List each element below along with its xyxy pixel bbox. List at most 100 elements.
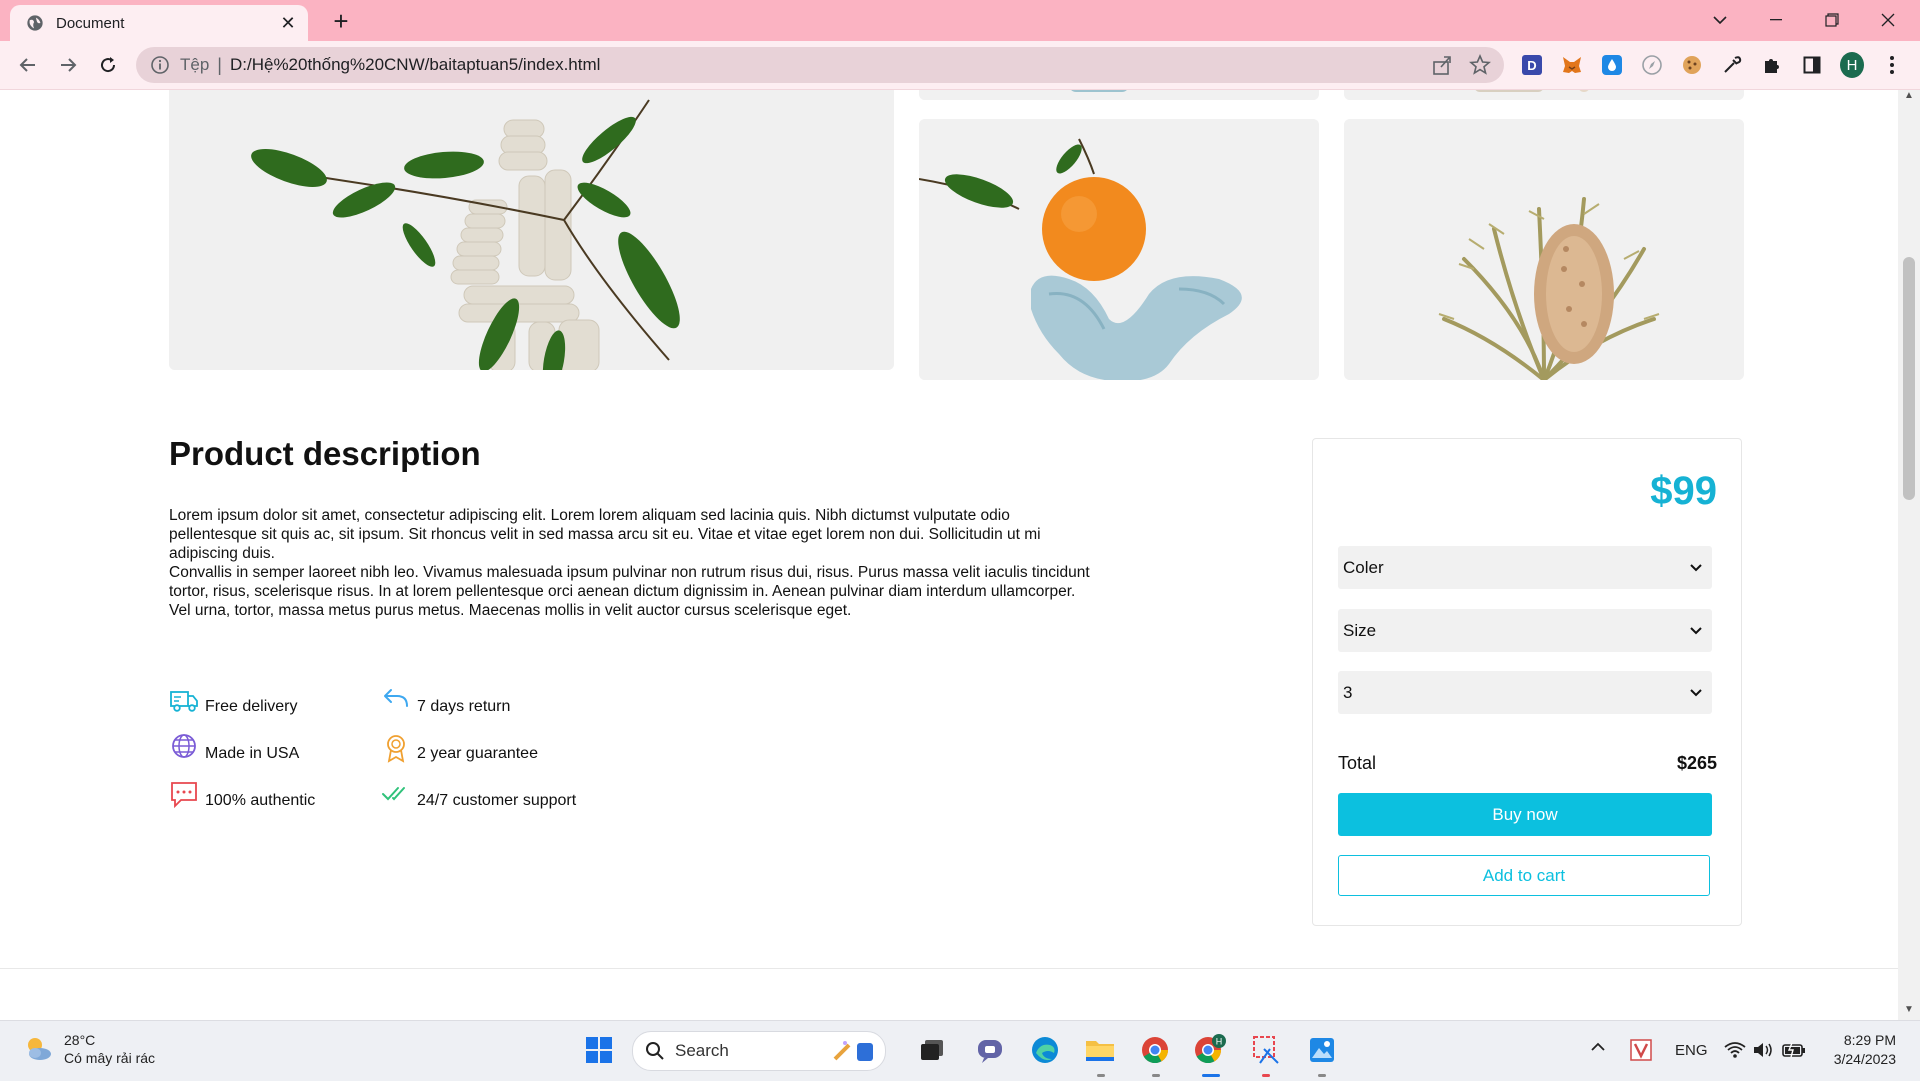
extensions-puzzle-icon[interactable] [1760, 53, 1784, 77]
wifi-icon[interactable] [1724, 1041, 1746, 1063]
vivaldi-tray-icon[interactable] [1630, 1039, 1652, 1065]
chat-bubble-icon [171, 782, 197, 809]
close-window-icon[interactable] [1860, 0, 1916, 40]
reload-icon[interactable] [92, 49, 124, 81]
chrome-profile-h-icon[interactable]: H [1193, 1033, 1227, 1067]
search-label: Search [675, 1041, 729, 1060]
chevron-down-icon [1690, 563, 1702, 571]
color-select[interactable]: Coler [1338, 546, 1712, 589]
product-description-heading: Product description [169, 435, 481, 472]
active-indicator [1202, 1074, 1220, 1077]
feature-100-authentic: 100% authentic [169, 780, 315, 810]
photos-app-icon[interactable] [1305, 1033, 1339, 1067]
browser-menu-kebab-icon[interactable] [1880, 53, 1904, 77]
file-scheme-label: Tệp [180, 55, 210, 74]
chrome-icon[interactable] [1138, 1033, 1172, 1067]
clock-date: 3/24/2023 [1833, 1051, 1896, 1067]
product-thumb-top-right[interactable] [1344, 90, 1744, 100]
share-icon[interactable] [1430, 53, 1454, 77]
product-thumb-orange[interactable] [919, 119, 1319, 380]
compass-extension-icon[interactable] [1640, 53, 1664, 77]
show-hidden-icons-chevron-icon[interactable] [1590, 1039, 1606, 1056]
extension-d-icon[interactable]: D [1520, 53, 1544, 77]
feature-label: Free delivery [205, 698, 298, 715]
product-price: $99 [1650, 469, 1717, 513]
buy-now-button[interactable]: Buy now [1338, 793, 1712, 836]
tab-close-icon[interactable]: ✕ [276, 13, 300, 34]
water-drop-extension-icon[interactable] [1600, 53, 1624, 77]
page-viewport: Product description Lorem ipsum dolor si… [0, 90, 1898, 1020]
side-panel-icon[interactable] [1800, 53, 1824, 77]
svg-text:H: H [1216, 1037, 1223, 1047]
weather-description: Có mây rải rác [64, 1050, 156, 1066]
globe-favicon-icon [27, 15, 43, 31]
snipping-tool-icon[interactable] [1250, 1033, 1284, 1067]
windows-start-icon[interactable] [582, 1033, 616, 1067]
product-thumb-top-left[interactable] [919, 90, 1319, 100]
forward-arrow-icon[interactable] [52, 49, 84, 81]
scroll-up-arrow-icon[interactable]: ▲ [1898, 90, 1920, 106]
feature-free-delivery: Free delivery [169, 686, 297, 716]
size-select-value: Size [1343, 620, 1377, 640]
profile-avatar[interactable]: H [1840, 52, 1864, 78]
tab-title: Document [56, 14, 125, 32]
scroll-down-arrow-icon[interactable]: ▼ [1898, 1004, 1920, 1020]
cookie-icon[interactable] [1680, 53, 1704, 77]
teams-chat-icon[interactable] [973, 1033, 1007, 1067]
volume-icon[interactable] [1752, 1041, 1774, 1063]
feature-label: 100% authentic [205, 792, 316, 809]
minimize-icon[interactable] [1748, 0, 1804, 40]
description-paragraph-1: Lorem ipsum dolor sit amet, consectetur … [169, 507, 1041, 562]
language-indicator[interactable]: ENG [1675, 1042, 1708, 1059]
running-indicator [1097, 1074, 1105, 1077]
eyedropper-icon[interactable] [1720, 53, 1744, 77]
size-select[interactable]: Size [1338, 609, 1712, 652]
product-description-text: Lorem ipsum dolor sit amet, consectetur … [169, 506, 1099, 620]
total-label: Total [1338, 753, 1377, 773]
bookmark-star-icon[interactable] [1468, 53, 1492, 77]
system-clock[interactable]: 8:29 PM 3/24/2023 [1834, 1031, 1896, 1069]
add-to-cart-button[interactable]: Add to cart [1338, 855, 1710, 896]
tab-search-chevron-icon[interactable] [1692, 0, 1748, 40]
task-view-icon[interactable] [915, 1033, 949, 1067]
taskbar-search[interactable]: Search [632, 1031, 886, 1071]
weather-temperature: 28°C [64, 1032, 96, 1048]
feature-label: 24/7 customer support [417, 792, 577, 809]
running-indicator [1152, 1074, 1160, 1077]
scrollbar-thumb[interactable] [1903, 257, 1915, 500]
weather-widget[interactable]: 28°C Có mây rải rác [22, 1031, 155, 1067]
chevron-down-icon [1690, 626, 1702, 634]
feature-7-days-return: 7 days return [381, 686, 510, 716]
browser-toolbar: Tệp | D:/Hệ%20thống%20CNW/baitaptuan5/in… [0, 41, 1920, 90]
browser-titlebar: Document ✕ + [0, 0, 1920, 41]
quantity-select[interactable]: 3 [1338, 671, 1712, 714]
battery-icon[interactable] [1782, 1041, 1806, 1063]
restore-icon[interactable] [1804, 0, 1860, 40]
new-tab-plus-icon[interactable]: + [326, 6, 356, 36]
search-icon [646, 1042, 664, 1060]
globe-icon [172, 734, 196, 758]
feature-24-7-support: 24/7 customer support [381, 780, 576, 810]
back-arrow-icon[interactable] [12, 49, 44, 81]
address-bar[interactable]: Tệp | D:/Hệ%20thống%20CNW/baitaptuan5/in… [136, 47, 1504, 83]
page-scrollbar[interactable]: ▲ ▼ [1898, 90, 1920, 1020]
feature-label: 7 days return [417, 698, 511, 715]
truck-icon [170, 691, 198, 712]
search-highlight-icon [833, 1041, 873, 1061]
clock-time: 8:29 PM [1843, 1032, 1896, 1048]
file-explorer-icon[interactable] [1083, 1033, 1117, 1067]
info-icon[interactable] [150, 55, 170, 75]
partly-cloudy-icon [28, 1038, 51, 1060]
edge-browser-icon[interactable] [1028, 1033, 1062, 1067]
omnibox-separator: | [217, 54, 222, 75]
product-image-main[interactable] [169, 90, 894, 370]
url-text[interactable]: D:/Hệ%20thống%20CNW/baitaptuan5/index.ht… [230, 55, 600, 75]
purchase-card: $99 Coler Size 3 Total $265 Buy now Add … [1312, 438, 1742, 926]
chevron-down-icon [1690, 688, 1702, 696]
metamask-fox-icon[interactable] [1560, 53, 1584, 77]
browser-tab[interactable]: Document ✕ [10, 5, 308, 41]
windows-taskbar: 28°C Có mây rải rác Search H ENG 8:29 PM… [0, 1020, 1920, 1081]
product-thumb-dried-flower[interactable] [1344, 119, 1744, 380]
color-select-value: Coler [1343, 557, 1384, 577]
feature-made-in-usa: Made in USA [169, 733, 299, 763]
